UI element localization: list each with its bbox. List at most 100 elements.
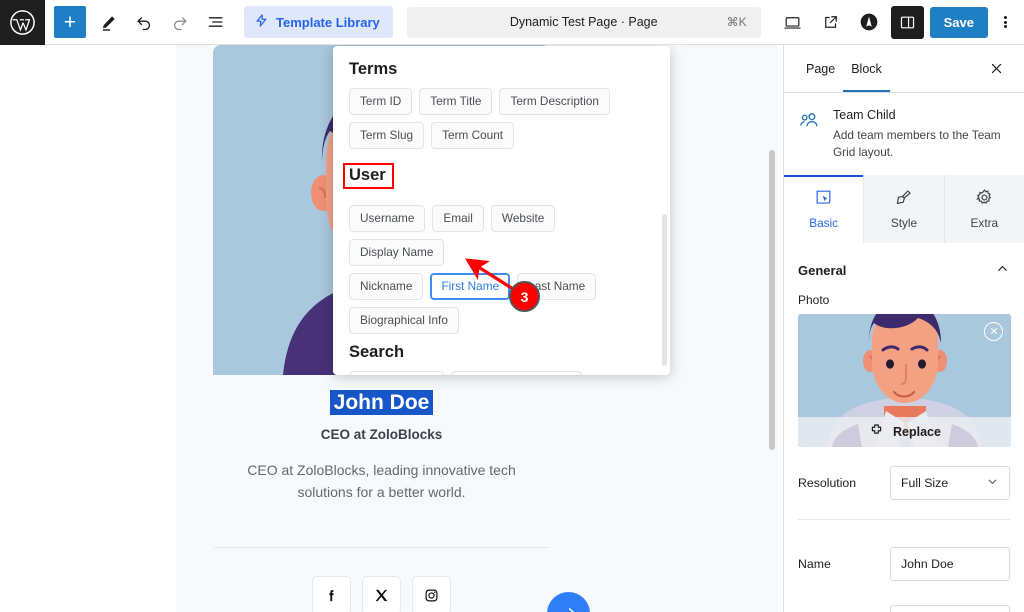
chip-biographical-info[interactable]: Biographical Info [349, 306, 459, 334]
tab-extra-label: Extra [970, 215, 999, 230]
resolution-value: Full Size [901, 475, 949, 490]
chip-row: Search Query Search Result Count [349, 370, 654, 375]
field-name: Name John Doe [798, 546, 1010, 581]
replace-media-button[interactable]: Replace [798, 416, 1011, 447]
template-library-label: Template Library [276, 14, 380, 30]
name-input[interactable]: John Doe [890, 546, 1010, 581]
chip-row: Username Email Website Display Name [349, 204, 654, 266]
field-divider [798, 518, 1010, 520]
desktop-preview-icon[interactable] [775, 4, 811, 40]
block-info: Team Child Add team members to the Team … [784, 93, 1024, 175]
chip-email[interactable]: Email [432, 204, 484, 232]
tab-page[interactable]: Page [798, 45, 843, 92]
block-settings-sidebar: Page Block Team Child Add team members t… [783, 45, 1024, 612]
chip-row: Biographical Info [349, 306, 654, 334]
tab-block[interactable]: Block [843, 45, 890, 92]
paint-brush-icon [894, 188, 913, 210]
member-bio[interactable]: CEO at ZoloBlocks, leading innovative te… [213, 460, 550, 503]
annotation-step-badge: 3 [509, 281, 540, 312]
tab-style-label: Style [890, 215, 918, 230]
wordpress-logo-icon[interactable] [0, 0, 45, 45]
tab-extra[interactable]: Extra [944, 174, 1024, 243]
dynamic-tag-list: Terms Term ID Term Title Term Descriptio… [333, 46, 670, 375]
block-title: Team Child [833, 108, 896, 122]
remove-circle-icon[interactable] [984, 321, 1003, 341]
member-role[interactable]: CEO at ZoloBlocks [213, 427, 550, 442]
section-general-header[interactable]: General [798, 243, 1010, 293]
chevron-up-icon[interactable] [995, 261, 1010, 281]
sidebar-panel-body: General Photo Replace Resolution Full Si… [784, 243, 1024, 612]
view-site-external-icon[interactable] [813, 4, 849, 40]
social-links [213, 575, 550, 612]
add-block-button[interactable]: + [54, 6, 86, 38]
chip-username[interactable]: Username [349, 204, 426, 232]
chip-term-slug[interactable]: Term Slug [349, 121, 425, 149]
document-title-command-bar[interactable]: Dynamic Test Page · Page ⌘K [406, 6, 761, 38]
redo-arrow-icon[interactable] [162, 4, 198, 40]
media-replace-icon [868, 422, 885, 442]
card-divider [214, 546, 549, 548]
zolo-lightning-icon [254, 13, 269, 31]
chip-website[interactable]: Website [490, 204, 556, 232]
chip-display-name[interactable]: Display Name [349, 238, 445, 266]
gear-icon [975, 188, 994, 210]
instagram-icon[interactable] [412, 575, 451, 612]
wordpress-block-editor: + Template Library Dynamic Test Page · P… [0, 0, 1024, 612]
member-name[interactable]: John Doe [213, 390, 550, 415]
tab-style[interactable]: Style [864, 174, 945, 243]
field-label-name: Name [798, 556, 831, 571]
tab-basic-label: Basic [809, 215, 839, 230]
field-label-resolution: Resolution [798, 475, 857, 490]
photo-preview[interactable]: Replace [798, 313, 1011, 447]
sidebar-tabs: Page Block [784, 45, 1024, 93]
undo-arrow-icon[interactable] [126, 4, 162, 40]
command-shortcut-hint: ⌘K [726, 15, 747, 29]
field-resolution: Resolution Full Size [798, 465, 1010, 500]
document-outline-icon[interactable] [198, 4, 234, 40]
chip-row: Term ID Term Title Term Description [349, 88, 654, 115]
settings-panel-icon[interactable] [890, 5, 924, 39]
group-heading-user: User [343, 162, 394, 189]
chip-term-id[interactable]: Term ID [349, 88, 413, 115]
close-icon[interactable] [982, 55, 1010, 83]
group-heading-terms: Terms [349, 60, 398, 78]
save-button[interactable]: Save [929, 6, 988, 38]
arrow-right-icon[interactable] [547, 591, 590, 612]
chip-row: Term Slug Term Count [349, 121, 654, 149]
toolbar-right-group: Save [775, 4, 1024, 40]
astra-plugin-icon[interactable] [851, 4, 887, 40]
chip-term-description[interactable]: Term Description [499, 88, 610, 115]
chip-search-query[interactable]: Search Query [349, 370, 444, 375]
field-next-partial [798, 604, 1010, 612]
template-library-button[interactable]: Template Library [244, 6, 393, 38]
resolution-select[interactable]: Full Size [890, 465, 1010, 500]
kebab-more-icon[interactable] [990, 4, 1020, 40]
block-description: Add team members to the Team Grid layout… [833, 128, 1001, 159]
pencil-icon[interactable] [90, 4, 126, 40]
chevron-down-icon [986, 475, 999, 491]
chip-term-count[interactable]: Term Count [431, 121, 515, 149]
chip-first-name[interactable]: First Name [430, 272, 511, 300]
canvas-scrollbar[interactable] [769, 150, 775, 450]
cursor-select-icon [814, 188, 833, 210]
field-label-photo: Photo [798, 292, 830, 307]
chip-nickname[interactable]: Nickname [349, 272, 424, 300]
sidebar-subtabs: Basic Style Extra [784, 174, 1024, 243]
section-general-title: General [798, 263, 847, 278]
replace-label: Replace [893, 424, 941, 439]
x-twitter-icon[interactable] [362, 575, 401, 612]
chip-search-result-count[interactable]: Search Result Count [450, 370, 582, 375]
dynamic-tag-dropdown[interactable]: Terms Term ID Term Title Term Descriptio… [333, 46, 670, 375]
name-input-value: John Doe [901, 556, 954, 571]
dropdown-scrollbar[interactable] [662, 214, 667, 366]
chip-row: Nickname First Name Last Name [349, 272, 654, 300]
member-name-text: John Doe [329, 390, 434, 415]
document-title-text: Dynamic Test Page · Page [509, 15, 658, 29]
next-field-input[interactable] [890, 604, 1010, 612]
editor-top-toolbar: + Template Library Dynamic Test Page · P… [0, 0, 1024, 45]
group-heading-search: Search [349, 342, 405, 361]
team-group-icon [798, 109, 822, 161]
chip-term-title[interactable]: Term Title [419, 88, 493, 115]
tab-basic[interactable]: Basic [784, 174, 865, 243]
facebook-icon[interactable] [312, 575, 351, 612]
